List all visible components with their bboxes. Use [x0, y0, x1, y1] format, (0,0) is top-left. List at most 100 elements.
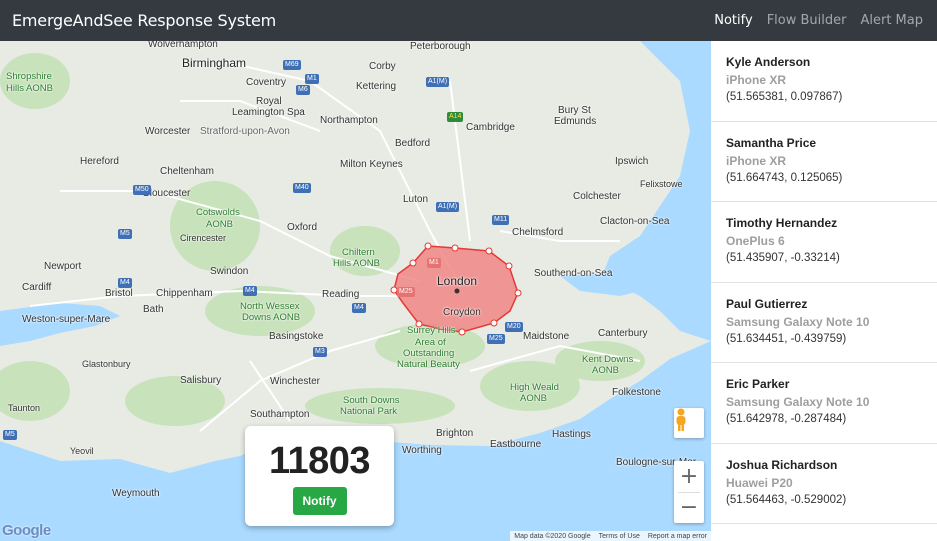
notify-button[interactable]: Notify — [292, 487, 347, 515]
road-m1: M1 — [305, 74, 319, 84]
label-oxford: Oxford — [287, 222, 318, 233]
road-m4-west: M4 — [118, 278, 132, 288]
label-stratford: Stratford-upon-Avon — [200, 126, 290, 137]
label-cheltenham: Cheltenham — [160, 166, 214, 177]
street-view-pegman[interactable] — [674, 408, 704, 438]
report-error-link[interactable]: Report a map error — [648, 533, 707, 540]
label-felixstowe: Felixstowe — [640, 179, 683, 189]
label-winchester: Winchester — [270, 376, 321, 387]
label-brighton: Brighton — [436, 428, 474, 439]
recipient-count: 11803 — [268, 440, 371, 482]
label-outstanding: Outstanding — [403, 348, 455, 359]
map-view[interactable]: Wolverhampton Birmingham Peterborough Sh… — [0, 41, 711, 541]
road-m20: M20 — [505, 322, 523, 332]
terms-link[interactable]: Terms of Use — [599, 533, 640, 540]
label-swindon: Swindon — [210, 266, 249, 277]
recipient-device: iPhone XR — [726, 73, 787, 87]
label-maidstone: Maidstone — [523, 331, 570, 342]
road-m1-london: M1 — [427, 258, 441, 268]
navbar: EmergeAndSee Response System Notify Flow… — [0, 0, 937, 41]
zoom-out-button[interactable]: − — [674, 492, 704, 523]
list-item[interactable]: Timothy Hernandez OnePlus 6 (51.435907, … — [711, 202, 937, 283]
recipient-coords: (51.564463, -0.529002) — [726, 493, 847, 506]
label-leamington-spa: Leamington Spa — [232, 107, 305, 118]
road-m6: M6 — [296, 85, 310, 95]
label-kettering: Kettering — [356, 81, 397, 92]
label-chelmsford: Chelmsford — [512, 227, 564, 238]
recipient-count-card: 11803 Notify — [245, 426, 394, 526]
recipient-device: Samsung Galaxy Note 10 — [726, 395, 870, 409]
road-m3: M3 — [313, 347, 327, 357]
label-eastbourne: Eastbourne — [490, 439, 542, 450]
label-hills-aonb2: Hills AONB — [333, 258, 380, 269]
nav-flow-builder[interactable]: Flow Builder — [767, 13, 847, 28]
map-data-credit: Map data ©2020 Google — [514, 532, 591, 540]
label-birmingham: Birmingham — [182, 56, 247, 70]
label-edmunds: Edmunds — [554, 116, 597, 127]
label-cardiff: Cardiff — [22, 282, 52, 293]
nav-alert-map[interactable]: Alert Map — [860, 13, 923, 28]
recipient-name: Samantha Price — [726, 135, 817, 150]
label-taunton: Taunton — [8, 403, 41, 413]
recipient-name: Eric Parker — [726, 377, 790, 391]
label-downs-aonb: Downs AONB — [242, 312, 301, 323]
label-hereford: Hereford — [80, 156, 119, 167]
brand-title[interactable]: EmergeAndSee Response System — [12, 11, 276, 30]
nav-links: Notify Flow Builder Alert Map — [714, 13, 923, 28]
zoom-control: + − — [674, 461, 704, 523]
label-hills-aonb: Hills AONB — [6, 83, 53, 94]
label-glastonbury: Glastonbury — [82, 359, 131, 369]
label-southampton: Southampton — [250, 409, 310, 420]
label-bedford: Bedford — [395, 138, 431, 149]
pegman-icon — [676, 408, 686, 431]
label-salisbury: Salisbury — [180, 375, 222, 386]
recipient-coords: (51.435907, -0.33214) — [726, 252, 840, 264]
recipient-list[interactable]: Kyle Anderson iPhone XR (51.565381, 0.09… — [711, 41, 937, 541]
label-wolverhampton: Wolverhampton — [148, 41, 218, 50]
label-national-park: National Park — [340, 406, 398, 417]
list-item[interactable]: Paul Gutierrez Samsung Galaxy Note 10 (5… — [711, 283, 937, 363]
zoom-in-button[interactable]: + — [674, 461, 704, 492]
label-cambridge: Cambridge — [466, 122, 515, 133]
road-m5-north: M5 — [118, 229, 132, 239]
nav-notify[interactable]: Notify — [714, 13, 752, 28]
label-milton-keynes: Milton Keynes — [340, 159, 403, 170]
label-peterborough: Peterborough — [410, 41, 471, 52]
label-aonb3: AONB — [520, 393, 547, 404]
road-m11: M11 — [492, 215, 510, 225]
road-m4-east: M4 — [352, 303, 366, 313]
recipient-coords: (51.565381, 0.097867) — [726, 91, 843, 103]
recipient-coords: (51.642978, -0.287484) — [726, 413, 847, 425]
list-item[interactable]: Kyle Anderson iPhone XR (51.565381, 0.09… — [711, 41, 937, 122]
google-logo[interactable]: Google — [2, 522, 51, 539]
road-m25-south: M25 — [487, 334, 505, 344]
label-aonb2: AONB — [592, 365, 619, 376]
recipient-device: Huawei P20 — [726, 475, 793, 490]
london-dot — [454, 288, 460, 294]
recipient-name: Kyle Anderson — [726, 55, 811, 69]
label-worcester: Worcester — [145, 126, 191, 137]
label-bury: Bury St — [558, 105, 591, 116]
road-m69: M69 — [283, 60, 301, 70]
list-item[interactable]: Samantha Price iPhone XR (51.664743, 0.1… — [711, 122, 937, 202]
label-south-downs: South Downs — [343, 395, 400, 406]
label-luton: Luton — [403, 194, 429, 205]
list-item[interactable]: Eric Parker Samsung Galaxy Note 10 (51.6… — [711, 363, 937, 444]
recipient-device: OnePlus 6 — [726, 234, 785, 248]
label-newport: Newport — [44, 261, 82, 272]
recipient-name: Timothy Hernandez — [726, 216, 838, 230]
label-hastings: Hastings — [552, 429, 591, 440]
recipient-coords: (51.634451, -0.439759) — [726, 332, 847, 345]
recipient-name: Paul Gutierrez — [726, 296, 808, 311]
label-weymouth: Weymouth — [112, 488, 160, 499]
label-reading: Reading — [322, 289, 360, 300]
label-kent-downs: Kent Downs — [582, 354, 634, 365]
list-item[interactable]: Joshua Richardson Huawei P20 (51.564463,… — [711, 444, 937, 524]
road-m50: M50 — [133, 185, 151, 195]
label-folkestone: Folkestone — [612, 387, 661, 398]
label-north-wessex: North Wessex — [240, 301, 300, 312]
label-cotswolds: Cotswolds — [196, 207, 240, 218]
road-a14: A14 — [447, 112, 464, 122]
label-natural-beauty: Natural Beauty — [397, 359, 460, 370]
label-chippenham: Chippenham — [156, 288, 213, 299]
